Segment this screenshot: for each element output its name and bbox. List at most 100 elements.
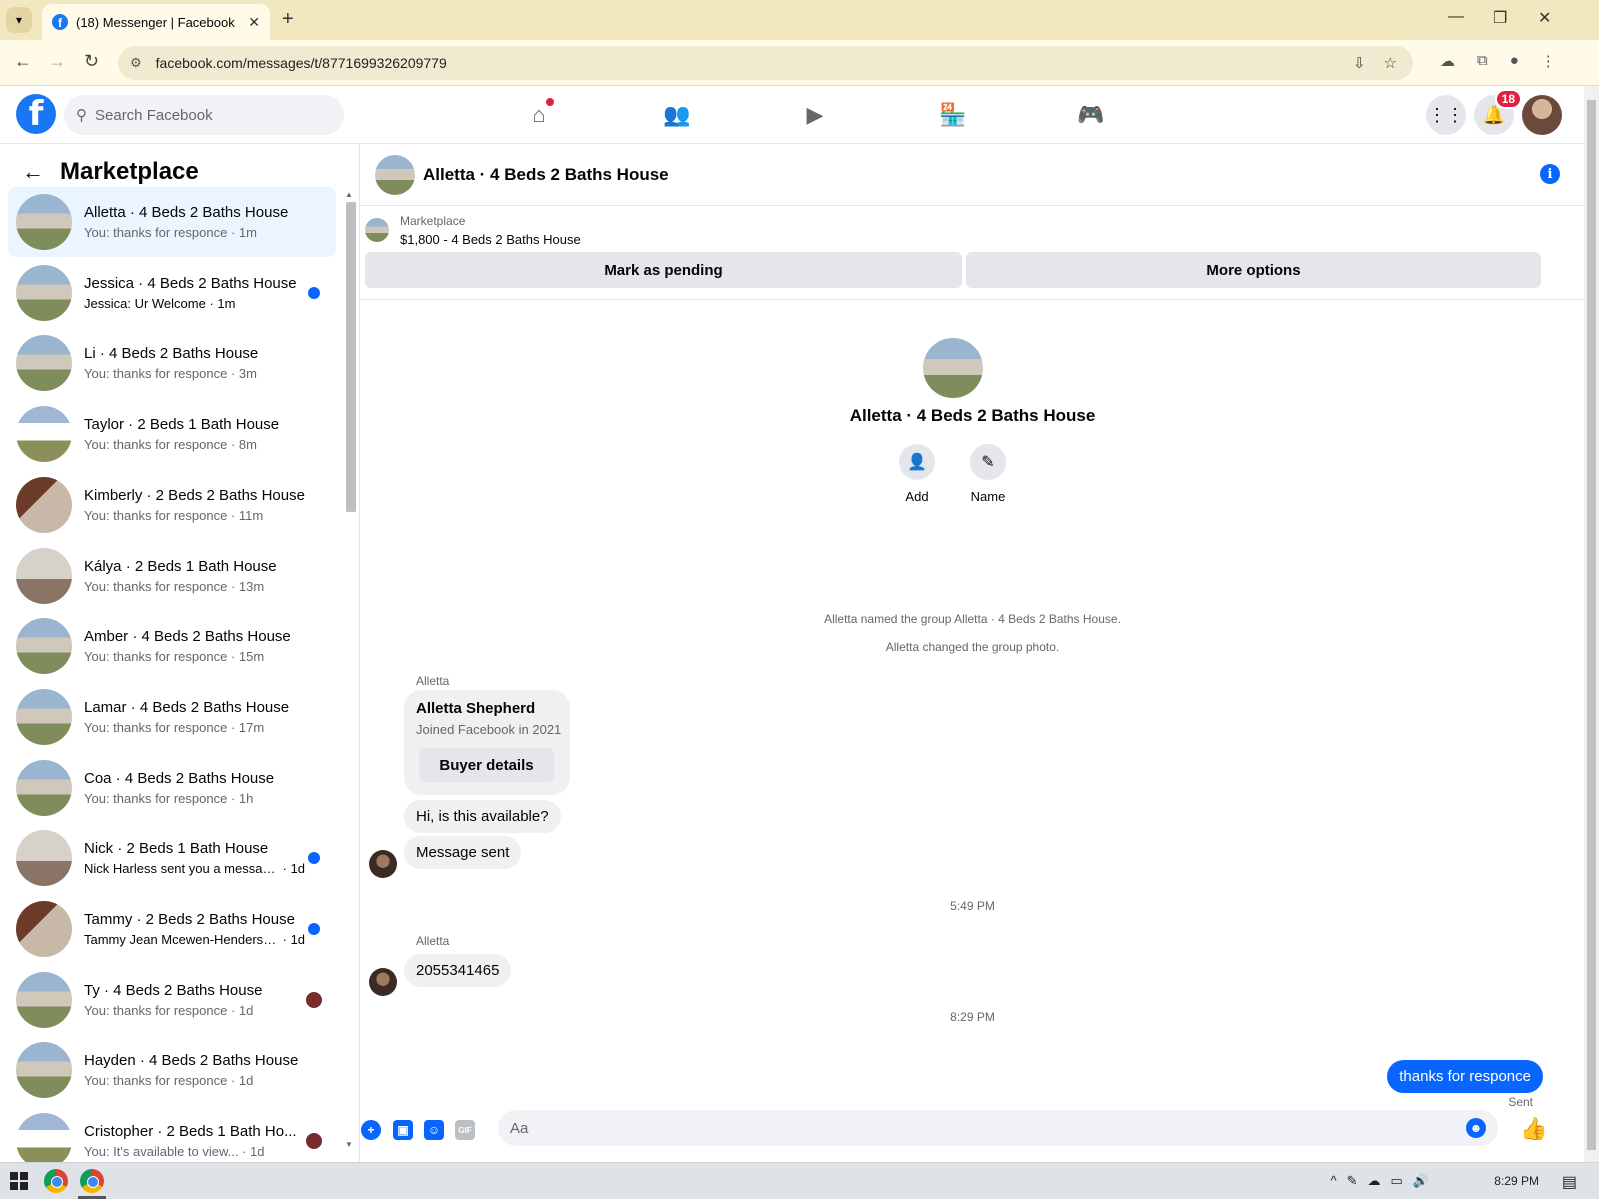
page-scrollbar-thumb[interactable] [1587, 100, 1596, 1150]
search-input[interactable]: ⚲ Search Facebook [64, 95, 344, 135]
conversation-preview: You: thanks for responce · 15m [84, 649, 336, 664]
separator: · [227, 366, 239, 382]
emoji-icon[interactable]: ☻ [1466, 1118, 1486, 1138]
thumbs-up-icon[interactable]: 👍 [1520, 1116, 1547, 1142]
conversation-item[interactable]: Alletta · 4 Beds 2 Baths House You: thank… [8, 187, 336, 257]
volume-icon[interactable]: 🔊 [1413, 1173, 1429, 1189]
group-photo[interactable] [923, 338, 983, 398]
pen-icon[interactable]: ✎ [1347, 1173, 1358, 1189]
conversation-avatar [16, 264, 72, 321]
conversation-time: 1d [238, 1073, 254, 1089]
page-scrollbar[interactable] [1584, 86, 1599, 1162]
extensions-puzzle-icon[interactable]: ⧉ [1477, 52, 1488, 70]
maximize-button[interactable]: ❐ [1493, 8, 1507, 28]
more-options-button[interactable]: More options [966, 252, 1541, 288]
message-input[interactable]: Aa ☻ [498, 1110, 1498, 1146]
gif-icon[interactable]: GIF [455, 1120, 475, 1140]
sender-avatar[interactable] [369, 968, 397, 996]
conversation-item[interactable]: Jessica · 4 Beds 2 Baths House Jessica: U… [8, 258, 336, 328]
chat-avatar[interactable] [375, 154, 415, 195]
scroll-down-icon[interactable]: ▼ [345, 1140, 353, 1149]
message-bubble[interactable]: Hi, is this available? [404, 800, 561, 833]
facebook-logo-icon[interactable]: f [16, 94, 56, 134]
conversation-item[interactable]: Coa · 4 Beds 2 Baths House You: thanks fo… [8, 753, 336, 823]
info-icon[interactable]: i [1540, 164, 1560, 184]
back-arrow-icon[interactable]: ← [22, 159, 44, 185]
notifications-bell-icon[interactable]: 🔔 18 [1474, 89, 1522, 135]
tray-chevron-icon[interactable]: ^ [1331, 1173, 1337, 1189]
conversation-item[interactable]: Ty · 4 Beds 2 Baths House You: thanks for… [8, 965, 336, 1035]
tab-close-icon[interactable]: ✕ [248, 14, 260, 31]
conversation-sidebar: ← Marketplace Alletta · 4 Beds 2 Baths H… [0, 144, 360, 1162]
sticker-icon[interactable]: ☺ [424, 1120, 444, 1140]
conversation-item[interactable]: Tammy · 2 Beds 2 Baths House Tammy Jean M… [8, 894, 336, 964]
cloud-icon[interactable]: ☁ [1368, 1173, 1381, 1189]
new-tab-button[interactable]: + [282, 8, 294, 31]
composer: + ▣ ☺ GIF Aa ☻ 👍 [361, 1096, 1584, 1152]
listing-thumbnail[interactable] [365, 218, 389, 242]
listing-price[interactable]: $1,800 - 4 Beds 2 Baths House [400, 232, 581, 247]
preview-text: You: thanks for responce [84, 719, 228, 735]
conversation-name: Kályа · 2 Beds 1 Bath House [84, 557, 277, 575]
conversation-item[interactable]: Hayden · 4 Beds 2 Baths House You: thanks… [8, 1035, 336, 1105]
marketplace-icon[interactable]: 🏪 [884, 96, 1022, 134]
pencil-icon: ✎ [970, 444, 1006, 480]
network-icon[interactable]: ▭ [1391, 1173, 1403, 1189]
message-bubble[interactable]: Message sent [404, 836, 522, 869]
conversation-name: Amber · 4 Beds 2 Baths House [84, 628, 291, 646]
conversation-item[interactable]: Amber · 4 Beds 2 Baths House You: thanks … [8, 611, 336, 681]
message-bubble[interactable]: 2055341465 [404, 954, 512, 987]
sender-avatar[interactable] [369, 850, 397, 878]
plus-icon[interactable]: + [361, 1120, 381, 1140]
listing-banner: Marketplace $1,800 - 4 Beds 2 Baths Hous… [361, 206, 1584, 300]
clock[interactable]: 8:29 PM [1494, 1174, 1539, 1188]
my-message-bubble[interactable]: thanks for responce [1387, 1060, 1543, 1093]
extension-cloud-icon[interactable]: ☁ [1440, 52, 1455, 70]
scrollbar-thumb[interactable] [346, 202, 356, 512]
gaming-icon[interactable]: 🎮 [1022, 96, 1160, 134]
browser-tab[interactable]: f (18) Messenger | Facebook ✕ [42, 4, 270, 40]
minimize-button[interactable]: — [1448, 8, 1464, 26]
site-info-icon[interactable]: ⚙ [130, 55, 142, 71]
conversation-item[interactable]: Taylor · 2 Beds 1 Bath House You: thanks … [8, 399, 336, 469]
separator: · [227, 437, 239, 453]
chat-title[interactable]: Alletta · 4 Beds 2 Baths House [423, 165, 669, 185]
buyer-details-button[interactable]: Buyer details [419, 748, 554, 782]
reload-icon[interactable]: ↻ [84, 51, 99, 72]
rename-button[interactable]: ✎ Name [963, 444, 1013, 504]
browser-menu-icon[interactable]: ⋮ [1541, 52, 1556, 70]
menu-grid-icon[interactable]: ⋮⋮ [1426, 95, 1466, 135]
conversation-preview: You: thanks for responce · 1d [84, 1073, 336, 1088]
conversation-item[interactable]: Li · 4 Beds 2 Baths House You: thanks for… [8, 328, 336, 398]
conversation-item[interactable]: Nick · 2 Beds 1 Bath House Nick Harless s… [8, 823, 336, 893]
buyer-name: Alletta Shepherd [416, 700, 536, 717]
conversation-item[interactable]: Kimberly · 2 Beds 2 Baths House You: than… [8, 470, 336, 540]
back-arrow-icon[interactable]: ← [14, 51, 32, 72]
preview-text: You: thanks for responce [84, 790, 228, 806]
bookmark-star-icon[interactable]: ☆ [1384, 54, 1397, 72]
scroll-up-icon[interactable]: ▲ [345, 190, 353, 199]
sidebar-scrollbar[interactable]: ▲ ▼ [345, 190, 357, 1150]
conversation-preview: You: thanks for responce · 1h [84, 791, 336, 806]
chrome-icon[interactable] [80, 1169, 104, 1193]
url-field[interactable]: ⚙ facebook.com/messages/t/87716993262097… [118, 46, 1413, 80]
video-icon[interactable]: ▶ [746, 96, 884, 134]
home-icon[interactable]: ⌂ [470, 96, 608, 134]
tab-search-button[interactable]: ▾ [6, 7, 32, 33]
conversation-item[interactable]: Cristopher · 2 Beds 1 Bath Ho... You: It'… [8, 1106, 336, 1162]
add-people-button[interactable]: 👤 Add [892, 444, 942, 504]
conversation-item[interactable]: Lamar · 4 Beds 2 Baths House You: thanks … [8, 682, 336, 752]
forward-arrow-icon[interactable]: → [48, 51, 66, 72]
action-center-icon[interactable]: ▤ [1562, 1172, 1577, 1192]
profile-icon[interactable]: ● [1510, 52, 1519, 70]
chrome-icon[interactable] [44, 1169, 68, 1193]
conversation-time: 15m [238, 649, 265, 665]
mark-as-pending-button[interactable]: Mark as pending [365, 252, 962, 288]
photo-icon[interactable]: ▣ [393, 1120, 413, 1140]
install-icon[interactable]: ⇩ [1353, 54, 1366, 72]
account-avatar[interactable] [1522, 95, 1562, 135]
window-close-button[interactable]: ✕ [1538, 8, 1551, 28]
friends-icon[interactable]: 👥 [608, 96, 746, 134]
windows-start-icon[interactable] [10, 1172, 28, 1190]
conversation-item[interactable]: Kályа · 2 Beds 1 Bath House You: thanks f… [8, 541, 336, 611]
